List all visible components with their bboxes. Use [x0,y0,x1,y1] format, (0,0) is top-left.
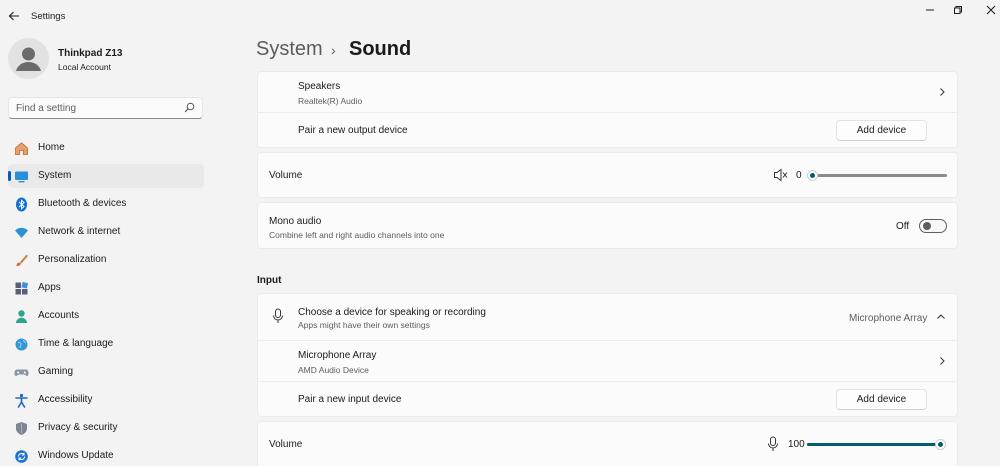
sidebar-item-accounts[interactable]: Accounts [8,304,204,328]
chevron-up-icon [937,314,945,319]
selected-input-device: Microphone Array [849,313,928,324]
accounts-icon [13,308,29,324]
mono-audio-card: Mono audio Combine left and right audio … [257,202,958,249]
input-section-title: Input [257,275,282,286]
mono-audio-title: Mono audio [269,216,322,227]
input-volume-label: Volume [269,439,303,450]
sidebar-item-label: Windows Update [38,450,114,461]
sidebar-item-label: Accounts [38,310,80,321]
output-volume-value: 0 [796,170,802,181]
restore-icon [954,6,962,14]
sidebar-item-label: Personalization [38,254,107,265]
sidebar-item-label: Network & internet [38,226,121,237]
sidebar-item-label: Apps [38,282,61,293]
mono-audio-state: Off [896,221,910,232]
output-volume-thumb[interactable] [808,171,817,180]
back-arrow-icon [8,11,19,21]
divider [258,112,957,113]
output-device-name: Speakers [298,81,341,92]
bluetooth-icon [13,196,29,212]
toggle-knob [923,222,931,230]
input-volume-value: 100 [788,439,805,450]
sidebar-item-personalization[interactable]: Personalization [8,248,204,272]
output-volume-card: Volume 0 [257,152,958,198]
sidebar-item-accessibility[interactable]: Accessibility [8,388,204,412]
title-bar: Settings [0,0,1000,32]
close-button[interactable] [979,2,1000,18]
system-icon [13,168,29,184]
apps-icon [13,280,29,296]
input-device-driver: AMD Audio Device [298,365,369,375]
mono-audio-description: Combine left and right audio channels in… [269,230,445,240]
window-title: Settings [31,11,66,22]
divider [258,381,957,382]
sidebar-item-apps[interactable]: Apps [8,276,204,300]
pair-input-label: Pair a new input device [298,394,402,405]
active-indicator [8,171,11,181]
sidebar-item-gaming[interactable]: Gaming [8,360,204,384]
sidebar-item-time-language[interactable]: Time & language [8,332,204,356]
profile-account-type: Local Account [58,62,111,72]
search-input[interactable]: Find a setting [8,97,203,119]
output-device-row[interactable]: Speakers Realtek(R) Audio [258,72,957,112]
sidebar-item-label: Bluetooth & devices [38,198,127,209]
minimize-button[interactable] [918,2,942,18]
globe-icon [13,336,29,352]
minimize-icon [926,9,934,11]
output-volume-label: Volume [269,170,303,181]
speaker-muted-icon[interactable] [773,168,788,182]
back-button[interactable] [4,6,24,26]
input-volume-fill [807,443,941,446]
output-volume-slider[interactable] [811,174,947,177]
person-icon [16,47,41,71]
choose-input-device-row[interactable]: Choose a device for speaking or recordin… [258,294,957,340]
sidebar-item-bluetooth[interactable]: Bluetooth & devices [8,192,204,216]
chevron-right-icon [940,88,945,96]
search-placeholder: Find a setting [16,103,77,114]
brush-icon [13,252,29,268]
breadcrumb-root[interactable]: System [256,38,323,61]
input-volume-thumb[interactable] [936,440,945,449]
update-icon [13,448,29,464]
restore-button[interactable] [946,2,970,18]
add-input-device-button[interactable]: Add device [836,389,927,410]
add-output-device-button[interactable]: Add device [836,120,927,141]
microphone-icon [273,308,283,323]
pair-output-label: Pair a new output device [298,125,408,136]
page-title: Sound [349,38,412,60]
gamepad-icon [13,364,29,380]
sidebar-item-privacy[interactable]: Privacy & security [8,416,204,440]
input-devices-card: Choose a device for speaking or recordin… [257,293,958,417]
breadcrumb-separator: › [331,42,336,58]
sidebar-item-home[interactable]: Home [8,136,204,160]
avatar [8,38,49,79]
wifi-icon [13,224,29,240]
microphone-icon[interactable] [767,436,779,452]
output-devices-card: Speakers Realtek(R) Audio Pair a new out… [257,71,958,148]
sidebar-item-system[interactable]: System [8,164,204,188]
input-device-row[interactable]: Microphone Array AMD Audio Device [258,341,957,381]
sidebar-item-label: Privacy & security [38,422,118,433]
output-device-driver: Realtek(R) Audio [298,96,363,106]
sidebar-item-windows-update[interactable]: Windows Update [8,444,204,466]
input-device-name: Microphone Array [298,350,377,361]
home-icon [13,140,29,156]
search-icon [184,102,195,113]
sidebar-item-label: Gaming [38,366,74,377]
sidebar-item-network[interactable]: Network & internet [8,220,204,244]
choose-input-title: Choose a device for speaking or recordin… [298,307,486,318]
sidebar-item-label: Time & language [38,338,114,349]
sidebar-item-label: System [38,170,72,181]
sidebar-item-label: Accessibility [38,394,93,405]
close-icon [986,5,996,15]
chevron-right-icon [940,357,945,365]
input-volume-card: Volume 100 [257,421,958,466]
profile-name: Thinkpad Z13 [58,48,123,59]
sidebar-item-label: Home [38,142,65,153]
user-profile[interactable]: Thinkpad Z13 Local Account [8,38,208,82]
choose-input-description: Apps might have their own settings [298,320,430,330]
accessibility-icon [13,392,29,408]
shield-icon [13,420,29,436]
mono-audio-toggle[interactable] [919,219,947,233]
